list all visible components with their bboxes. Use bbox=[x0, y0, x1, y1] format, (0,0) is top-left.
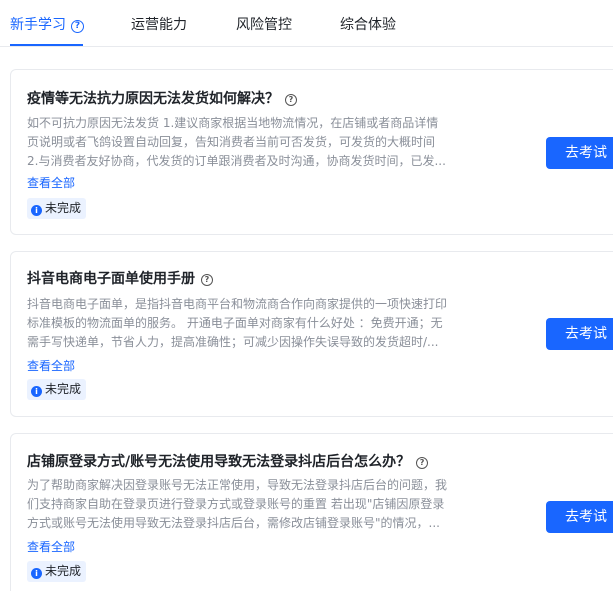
description-line: 页说明或者飞鸽设置自动回复，告知消费者当前可否发货，可发货的大概时间 bbox=[27, 135, 436, 149]
tab-bar: 新手学习? 运营能力 风险管控 综合体验 bbox=[0, 0, 613, 47]
card-title-text: 疫情等无法抗力原因无法发货如何解决？ bbox=[27, 91, 279, 107]
status-badge: i 未完成 bbox=[27, 561, 87, 582]
info-icon: i bbox=[31, 568, 42, 579]
status-text: 未完成 bbox=[45, 382, 82, 396]
take-exam-button[interactable]: 去考试 bbox=[546, 318, 613, 350]
status-badge: i 未完成 bbox=[27, 379, 87, 400]
card-title-text: 店铺原登录方式/账号无法使用导致无法登录抖店后台怎么办？ bbox=[27, 454, 411, 470]
course-card: 店铺原登录方式/账号无法使用导致无法登录抖店后台怎么办？? 为了帮助商家解决因登… bbox=[10, 433, 613, 591]
card-title: 抖音电商电子面单使用手册? bbox=[27, 269, 213, 289]
tab-beginner-learning[interactable]: 新手学习? bbox=[10, 15, 84, 35]
description-line: 为了帮助商家解决因登录账号无法正常使用，导致无法登录抖店后台的问题，我 bbox=[27, 478, 447, 492]
tab-risk-control[interactable]: 风险管控 bbox=[236, 15, 292, 35]
description-line: 如不可抗力原因无法发货 1.建议商家根据当地物流情况，在店铺或者商品详情 bbox=[27, 116, 439, 130]
active-tab-indicator bbox=[10, 44, 83, 46]
info-icon: i bbox=[31, 386, 42, 397]
tab-label: 新手学习 bbox=[10, 17, 66, 33]
tab-overall-experience[interactable]: 综合体验 bbox=[340, 15, 396, 35]
tab-label: 风险管控 bbox=[236, 17, 292, 33]
help-icon[interactable]: ? bbox=[201, 274, 213, 286]
info-icon: i bbox=[31, 205, 42, 216]
help-icon[interactable]: ? bbox=[416, 457, 429, 469]
status-badge: i 未完成 bbox=[27, 198, 87, 219]
card-title-text: 抖音电商电子面单使用手册 bbox=[27, 271, 195, 287]
tab-label: 综合体验 bbox=[340, 17, 396, 33]
card-title: 店铺原登录方式/账号无法使用导致无法登录抖店后台怎么办？? bbox=[27, 452, 429, 472]
view-all-link[interactable]: 查看全部 bbox=[27, 539, 75, 556]
view-all-link[interactable]: 查看全部 bbox=[27, 358, 75, 375]
take-exam-button[interactable]: 去考试 bbox=[546, 137, 613, 169]
card-description: 为了帮助商家解决因登录账号无法正常使用，导致无法登录抖店后台的问题，我 们支持商… bbox=[27, 476, 447, 533]
status-text: 未完成 bbox=[45, 201, 82, 215]
description-line: 需手写快递单，节省人力，提高准确性；可减少因操作失误导致的发货超时/... bbox=[27, 335, 439, 349]
take-exam-button[interactable]: 去考试 bbox=[546, 501, 613, 533]
description-line: 抖音电商电子面单，是指抖音电商平台和物流商合作向商家提供的一项快速打印 bbox=[27, 297, 447, 311]
card-title: 疫情等无法抗力原因无法发货如何解决？? bbox=[27, 89, 297, 109]
tab-operation-ability[interactable]: 运营能力 bbox=[131, 15, 187, 35]
description-line: 2.与消费者友好协商，代发货的订单跟消费者及时沟通，协商发货时间，已发... bbox=[27, 154, 446, 168]
help-icon[interactable]: ? bbox=[71, 20, 84, 33]
description-line: 们支持商家自助在登录页进行登录方式或登录账号的重置 若出现"店铺因原登录 bbox=[27, 497, 445, 511]
description-line: 方式或账号无法使用导致无法登录抖店后台，需修改店铺登录账号"的情况，... bbox=[27, 516, 440, 530]
view-all-link[interactable]: 查看全部 bbox=[27, 175, 75, 192]
status-text: 未完成 bbox=[45, 564, 82, 578]
description-line: 标准模板的物流面单的服务。 开通电子面单对商家有什么好处 ：免费开通；无 bbox=[27, 316, 443, 330]
tab-label: 运营能力 bbox=[131, 17, 187, 33]
course-card: 抖音电商电子面单使用手册? 抖音电商电子面单，是指抖音电商平台和物流商合作向商家… bbox=[10, 251, 613, 417]
card-description: 抖音电商电子面单，是指抖音电商平台和物流商合作向商家提供的一项快速打印 标准模板… bbox=[27, 295, 447, 352]
help-icon[interactable]: ? bbox=[285, 94, 297, 106]
course-card: 疫情等无法抗力原因无法发货如何解决？? 如不可抗力原因无法发货 1.建议商家根据… bbox=[10, 69, 613, 235]
card-description: 如不可抗力原因无法发货 1.建议商家根据当地物流情况，在店铺或者商品详情 页说明… bbox=[27, 114, 447, 171]
